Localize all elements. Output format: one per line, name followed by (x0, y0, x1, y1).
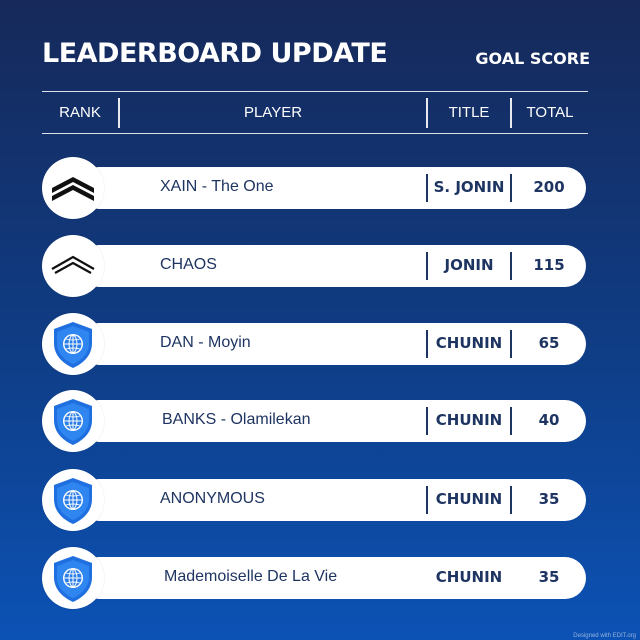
row-pill: Mademoiselle De La Vie CHUNIN 35 (78, 557, 586, 599)
player-title: CHUNIN (435, 568, 503, 586)
player-title: CHUNIN (435, 411, 503, 429)
rank-badge (42, 235, 104, 297)
leaderboard-row: BANKS - Olamilekan CHUNIN 40 (42, 390, 586, 452)
player-name: XAIN - The One (160, 178, 274, 195)
rank-badge (42, 390, 104, 452)
credit-text: Designed with EDIT.org (573, 633, 636, 639)
row-pill: XAIN - The One S. JONIN 200 (78, 167, 586, 209)
column-header-rank: RANK (59, 104, 101, 121)
player-total: 40 (538, 411, 560, 429)
player-title: S. JONIN (433, 178, 505, 196)
player-total: 35 (538, 490, 560, 508)
header-top-divider (42, 91, 588, 92)
rank-badge (42, 157, 104, 219)
leaderboard-row: XAIN - The One S. JONIN 200 (42, 157, 586, 219)
header-bottom-divider (42, 133, 588, 134)
row-pill: BANKS - Olamilekan CHUNIN 40 (78, 400, 586, 442)
player-title: CHUNIN (435, 490, 503, 508)
player-total: 35 (538, 568, 560, 586)
rank-badge (42, 469, 104, 531)
player-name: CHAOS (160, 256, 217, 273)
player-total: 115 (533, 256, 565, 274)
column-header-title: TITLE (448, 104, 490, 121)
page-title: LEADERBOARD UPDATE (42, 38, 388, 69)
page-subtitle: GOAL SCORE (475, 49, 590, 68)
column-header-player: PLAYER (243, 104, 303, 121)
column-header-total: TOTAL (526, 104, 574, 121)
row-pill: DAN - Moyin CHUNIN 65 (78, 323, 586, 365)
rank-badge (42, 547, 104, 609)
leaderboard-row: Mademoiselle De La Vie CHUNIN 35 (42, 547, 586, 609)
player-name: DAN - Moyin (160, 334, 251, 351)
player-title: JONIN (444, 256, 494, 274)
player-total: 65 (538, 334, 560, 352)
player-title: CHUNIN (435, 334, 503, 352)
leaderboard-row: CHAOS JONIN 115 (42, 235, 586, 297)
player-total: 200 (533, 178, 565, 196)
player-name: ANONYMOUS (160, 490, 265, 507)
player-name: Mademoiselle De La Vie (164, 568, 338, 585)
row-pill: ANONYMOUS CHUNIN 35 (78, 479, 586, 521)
rank-badge (42, 313, 104, 375)
leaderboard-row: ANONYMOUS CHUNIN 35 (42, 469, 586, 531)
row-pill: CHAOS JONIN 115 (78, 245, 586, 287)
leaderboard-row: DAN - Moyin CHUNIN 65 (42, 313, 586, 375)
player-name: BANKS - Olamilekan (162, 411, 311, 428)
